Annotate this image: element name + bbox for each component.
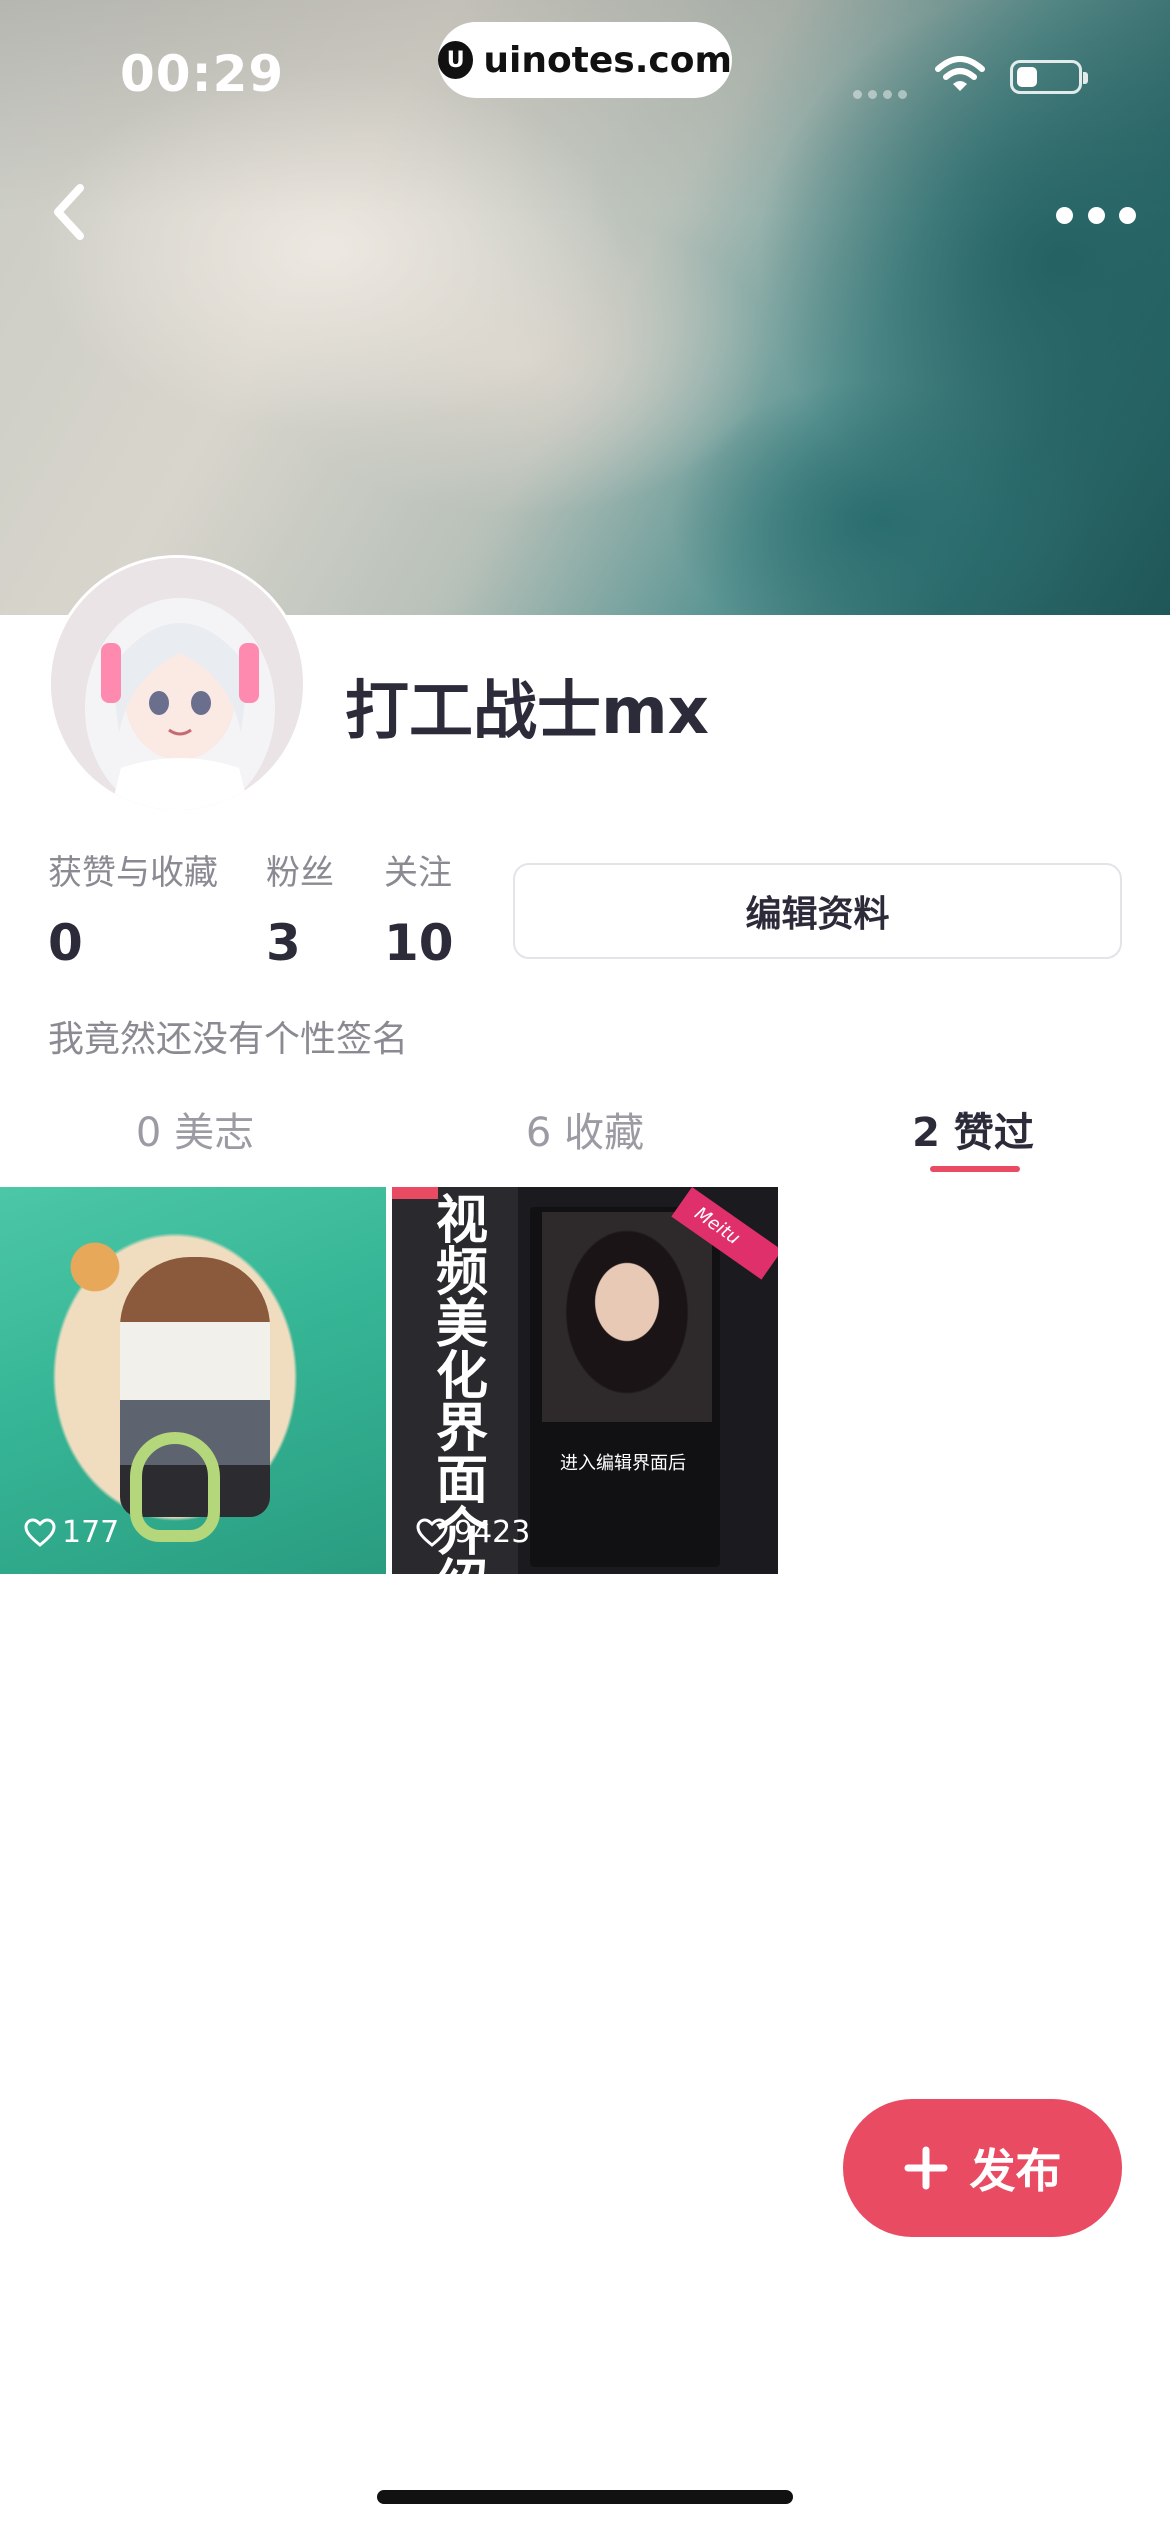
status-time: 00:29 <box>120 45 285 103</box>
post-card[interactable]: 177 <box>0 1187 386 1574</box>
more-icon[interactable] <box>1056 200 1136 230</box>
url-pill: U uinotes.com <box>438 22 732 98</box>
username: 打工战士mx <box>345 675 709 749</box>
url-text: uinotes.com <box>483 39 732 81</box>
stat-label: 关注 <box>384 853 452 893</box>
battery-icon <box>1010 60 1088 94</box>
bio-text[interactable]: 我竟然还没有个性签名 <box>48 1010 408 1062</box>
stat-likes-collects[interactable]: 获赞与收藏 0 <box>48 845 218 972</box>
avatar[interactable] <box>48 555 306 813</box>
back-icon[interactable] <box>44 180 96 244</box>
battery-fill <box>1017 67 1037 87</box>
likes-count: 177 <box>24 1515 119 1550</box>
heart-icon <box>416 1517 448 1547</box>
stat-label: 粉丝 <box>266 853 334 893</box>
likes-count: 9423 <box>416 1515 530 1550</box>
avatar-illustration <box>51 558 303 810</box>
profile-page: 00:29 U uinotes.com 打工战士mx 获赞与收藏 0 粉丝 3 … <box>0 0 1170 2532</box>
post-card[interactable]: 视频美化界面介绍 进入编辑界面后 Meitu 9423 <box>392 1187 778 1574</box>
likes-value: 9423 <box>454 1515 531 1550</box>
tab-active-indicator <box>930 1166 1020 1172</box>
stat-value: 10 <box>384 914 454 972</box>
publish-label: 发布 <box>969 2144 1062 2198</box>
post-cover-photo <box>542 1212 712 1422</box>
edit-profile-button[interactable]: 编辑资料 <box>513 863 1122 959</box>
publish-button[interactable]: 发布 <box>843 2099 1122 2237</box>
wifi-icon <box>935 56 985 91</box>
tab-notes[interactable]: 0 美志 <box>45 1100 345 1158</box>
stat-fans[interactable]: 粉丝 3 <box>266 845 334 972</box>
tab-liked[interactable]: 2 赞过 <box>823 1100 1123 1158</box>
heart-icon <box>24 1517 56 1547</box>
plus-icon <box>904 2146 947 2190</box>
stat-following[interactable]: 关注 10 <box>384 845 454 972</box>
signal-icon <box>853 84 913 103</box>
uinotes-logo-icon: U <box>438 41 474 79</box>
stat-value: 3 <box>266 914 301 972</box>
post-cover-caption: 进入编辑界面后 <box>560 1453 686 1474</box>
home-indicator[interactable] <box>377 2490 793 2504</box>
likes-value: 177 <box>62 1515 120 1550</box>
tab-collections[interactable]: 6 收藏 <box>435 1100 735 1158</box>
stat-label: 获赞与收藏 <box>48 853 218 893</box>
stat-value: 0 <box>48 914 83 972</box>
post-image-bag <box>130 1432 220 1542</box>
